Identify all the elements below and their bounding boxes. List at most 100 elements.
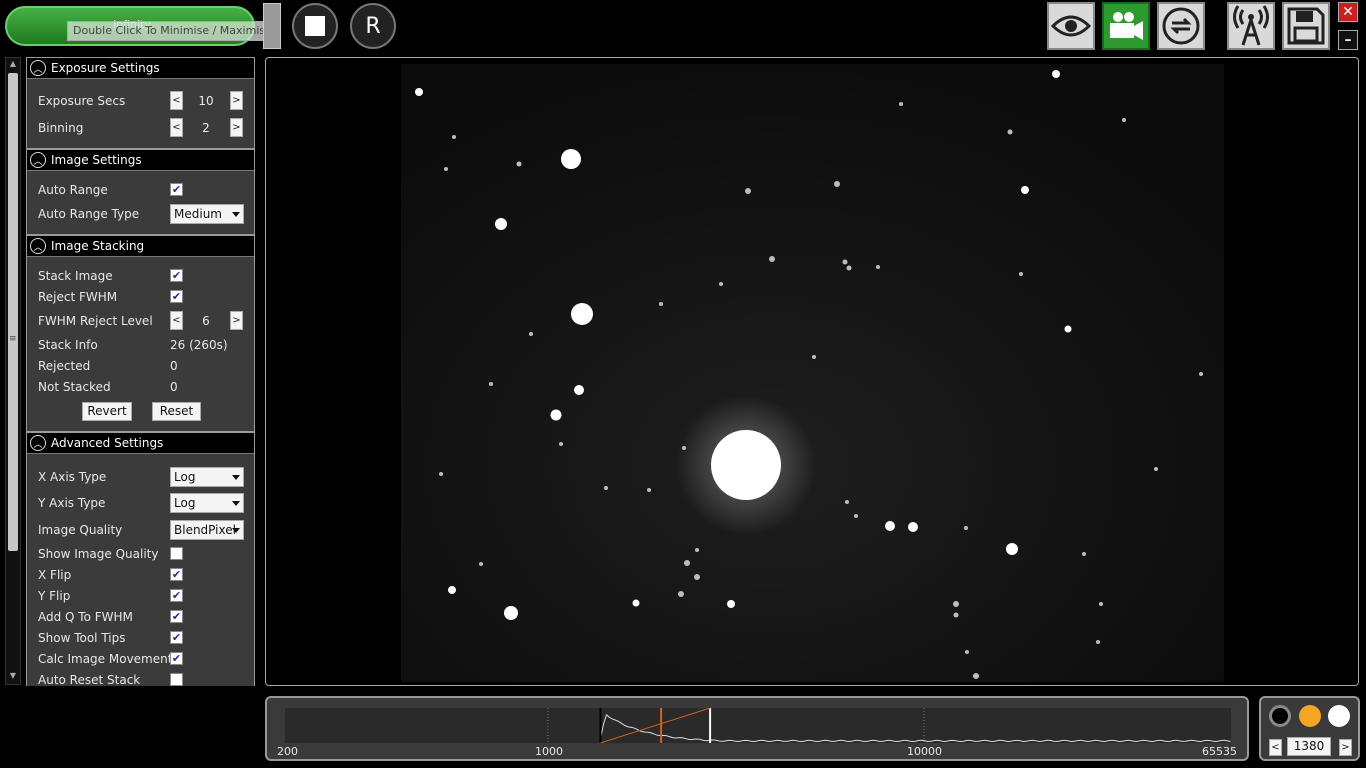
reset-label: R: [365, 13, 381, 39]
auto-range-type-select[interactable]: Medium: [170, 204, 244, 224]
rejected-value: 0: [170, 359, 178, 373]
binning-increment-button[interactable]: >: [230, 118, 243, 137]
star: [885, 521, 895, 531]
scroll-thumb[interactable]: [8, 73, 18, 551]
yflip-checkbox[interactable]: ✔: [170, 589, 183, 602]
quality-select[interactable]: BlendPixel: [170, 520, 244, 540]
fwhm-increment-button[interactable]: >: [230, 311, 243, 330]
tooltip: Double Click To Minimise / Maximise: [67, 21, 278, 41]
show-quality-checkbox[interactable]: [170, 547, 183, 560]
loop-icon: [1162, 7, 1200, 45]
slider-handle[interactable]: [263, 3, 281, 49]
histogram-tick-label: 65535: [1202, 745, 1237, 758]
exposure-label: Exposure Secs: [38, 94, 126, 108]
star: [1099, 602, 1103, 606]
image-settings-title: Image Settings: [51, 153, 142, 167]
chevron-down-icon: [232, 212, 240, 217]
addq-checkbox[interactable]: ✔: [170, 610, 183, 623]
histogram-tick-label: 200: [277, 745, 298, 758]
scroll-down-icon[interactable]: ▼: [6, 671, 20, 683]
y-axis-select[interactable]: Log: [170, 493, 244, 513]
star: [812, 355, 816, 359]
star: [439, 472, 443, 476]
star: [899, 102, 903, 106]
not-stacked-value: 0: [170, 380, 178, 394]
reset-button[interactable]: R: [350, 3, 396, 49]
yflip-label: Y Flip: [38, 589, 71, 603]
image-viewer[interactable]: [265, 57, 1359, 686]
collapse-icon[interactable]: ︿: [30, 435, 46, 451]
fwhm-level-value[interactable]: 6: [183, 314, 229, 328]
star: [647, 488, 651, 492]
collapse-icon[interactable]: ︿: [30, 238, 46, 254]
star: [834, 181, 840, 187]
antenna-icon: [1233, 5, 1269, 46]
binning-value[interactable]: 2: [183, 121, 229, 135]
loop-button[interactable]: [1157, 2, 1205, 50]
auto-reset-checkbox[interactable]: [170, 673, 183, 686]
calc-movement-label: Calc Image Movement: [38, 652, 173, 666]
stop-icon: [305, 16, 325, 36]
advanced-settings-header[interactable]: ︿ Advanced Settings: [27, 433, 254, 454]
star: [719, 282, 723, 286]
star: [1052, 70, 1060, 78]
star: [694, 574, 700, 580]
exposure-increment-button[interactable]: >: [230, 91, 243, 110]
reject-fwhm-checkbox[interactable]: ✔: [170, 290, 183, 303]
save-button[interactable]: [1282, 2, 1330, 50]
scroll-up-icon[interactable]: ▲: [6, 59, 20, 71]
black-point-swatch[interactable]: [1269, 705, 1291, 727]
star: [550, 409, 562, 421]
level-increment-button[interactable]: >: [1339, 739, 1352, 756]
level-value-input[interactable]: 1380: [1287, 737, 1331, 756]
star: [516, 161, 522, 167]
grip-icon: ≡: [9, 334, 17, 344]
settings-scrollbar[interactable]: ▲ ≡ ▼: [5, 57, 21, 685]
reset-stack-button[interactable]: Reset: [152, 402, 201, 421]
histogram-plot[interactable]: [285, 708, 1231, 743]
image-settings-panel: ︿ Image Settings Auto Range ✔ Auto Range…: [26, 149, 255, 235]
star: [604, 486, 608, 490]
stack-image-checkbox[interactable]: ✔: [170, 269, 183, 282]
auto-range-checkbox[interactable]: ✔: [170, 183, 183, 196]
star: [908, 522, 918, 532]
x-axis-select[interactable]: Log: [170, 467, 244, 487]
binning-decrement-button[interactable]: <: [170, 118, 183, 137]
tooltips-checkbox[interactable]: ✔: [170, 631, 183, 644]
show-quality-label: Show Image Quality: [38, 547, 159, 561]
eye-icon: [1051, 15, 1091, 37]
exposure-decrement-button[interactable]: <: [170, 91, 183, 110]
fwhm-level-label: FWHM Reject Level: [38, 314, 153, 328]
star: [842, 259, 848, 265]
view-button[interactable]: [1047, 2, 1095, 50]
exposure-header[interactable]: ︿ Exposure Settings: [27, 58, 254, 79]
histogram-tick-label: 1000: [535, 745, 563, 758]
close-button[interactable]: ✕: [1338, 2, 1358, 22]
collapse-icon[interactable]: ︿: [30, 152, 46, 168]
exposure-value[interactable]: 10: [183, 94, 229, 108]
connect-button[interactable]: [1227, 2, 1275, 50]
level-decrement-button[interactable]: <: [1269, 739, 1282, 756]
star: [444, 167, 448, 171]
star: [876, 265, 880, 269]
xflip-checkbox[interactable]: ✔: [170, 568, 183, 581]
fwhm-decrement-button[interactable]: <: [170, 311, 183, 330]
star: [953, 601, 959, 607]
histogram-panel[interactable]: 200 1000 10000 65535: [265, 696, 1249, 761]
star: [1199, 372, 1203, 376]
camera-button[interactable]: [1102, 2, 1150, 50]
calc-movement-checkbox[interactable]: ✔: [170, 652, 183, 665]
revert-button[interactable]: Revert: [82, 402, 132, 421]
white-point-swatch[interactable]: [1328, 705, 1350, 727]
app-window: Infinity Double Click To Minimise / Maxi…: [0, 0, 1366, 768]
quality-label: Image Quality: [38, 523, 123, 537]
mid-point-swatch[interactable]: [1299, 705, 1321, 727]
x-axis-label: X Axis Type: [38, 470, 107, 484]
image-settings-header[interactable]: ︿ Image Settings: [27, 150, 254, 171]
reject-fwhm-label: Reject FWHM: [38, 290, 118, 304]
collapse-icon[interactable]: ︿: [30, 60, 46, 76]
stop-button[interactable]: [292, 3, 338, 49]
star: [678, 591, 684, 597]
image-stacking-header[interactable]: ︿ Image Stacking: [27, 236, 254, 257]
minimize-button[interactable]: –: [1338, 30, 1358, 50]
